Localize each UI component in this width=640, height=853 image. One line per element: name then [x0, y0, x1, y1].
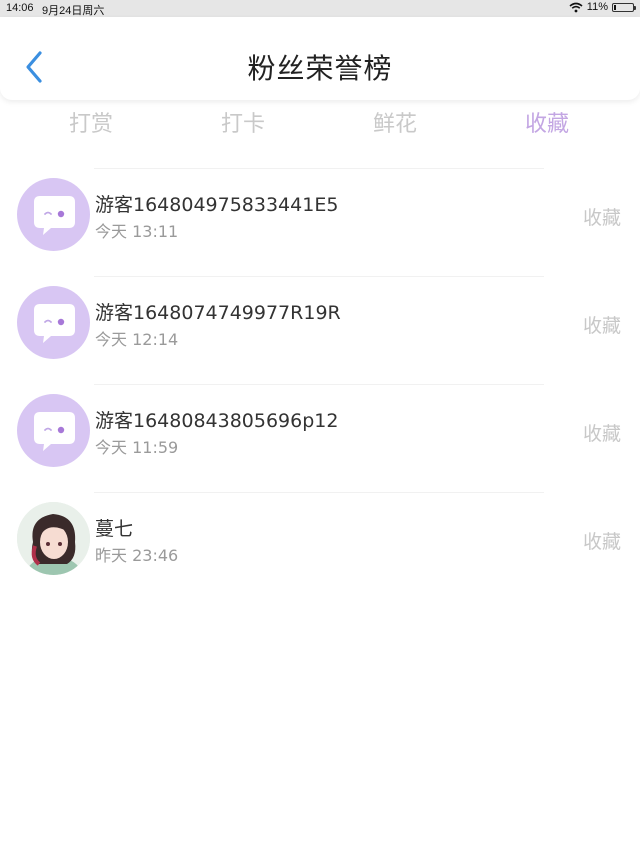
tab-bar: 打赏 打卡 鲜花 收藏	[0, 100, 640, 150]
item-action: 收藏	[582, 315, 621, 337]
battery-percent: 11%	[586, 1, 608, 13]
item-time: 今天 12:14	[95, 330, 179, 349]
item-time: 今天 11:59	[95, 438, 179, 457]
chat-bubble-icon	[34, 196, 75, 235]
item-time: 今天 13:11	[95, 222, 179, 241]
tab-flowers[interactable]: 鲜花	[335, 106, 455, 138]
avatar	[17, 502, 90, 575]
list-item[interactable]: 游客164804975833441E5 今天 13:11 收藏	[0, 168, 640, 276]
avatar	[17, 394, 90, 467]
status-time: 14:06	[6, 2, 34, 14]
chat-bubble-icon	[34, 412, 75, 451]
status-date: 9月24日周六	[42, 5, 105, 17]
list-item[interactable]: 游客1648074749977R19R 今天 12:14 收藏	[0, 276, 640, 384]
list-item[interactable]: 蔓七 昨天 23:46 收藏	[0, 492, 640, 600]
list-item[interactable]: 游客16480843805696p12 今天 11:59 收藏	[0, 384, 640, 492]
item-action: 收藏	[582, 207, 621, 229]
avatar	[17, 286, 90, 359]
tab-tips[interactable]: 打赏	[31, 106, 151, 138]
item-name: 游客1648074749977R19R	[95, 302, 341, 324]
user-photo-icon	[17, 502, 90, 575]
tab-favorites[interactable]: 收藏	[487, 106, 607, 138]
tab-checkin[interactable]: 打卡	[183, 106, 303, 138]
chat-bubble-icon	[34, 304, 75, 343]
status-bar: 14:06 9月24日周六 11%	[0, 0, 640, 17]
battery-icon	[612, 2, 636, 12]
item-action: 收藏	[582, 423, 621, 445]
item-name: 蔓七	[95, 518, 134, 540]
header: 粉丝荣誉榜	[0, 17, 640, 100]
item-action: 收藏	[582, 531, 621, 553]
wifi-icon	[569, 2, 583, 12]
item-name: 游客164804975833441E5	[95, 194, 339, 216]
avatar	[17, 178, 90, 251]
battery-fill	[614, 4, 616, 10]
item-name: 游客16480843805696p12	[95, 410, 339, 432]
status-right: 11%	[569, 1, 636, 13]
page-title: 粉丝荣誉榜	[247, 52, 393, 85]
item-time: 昨天 23:46	[95, 546, 179, 565]
